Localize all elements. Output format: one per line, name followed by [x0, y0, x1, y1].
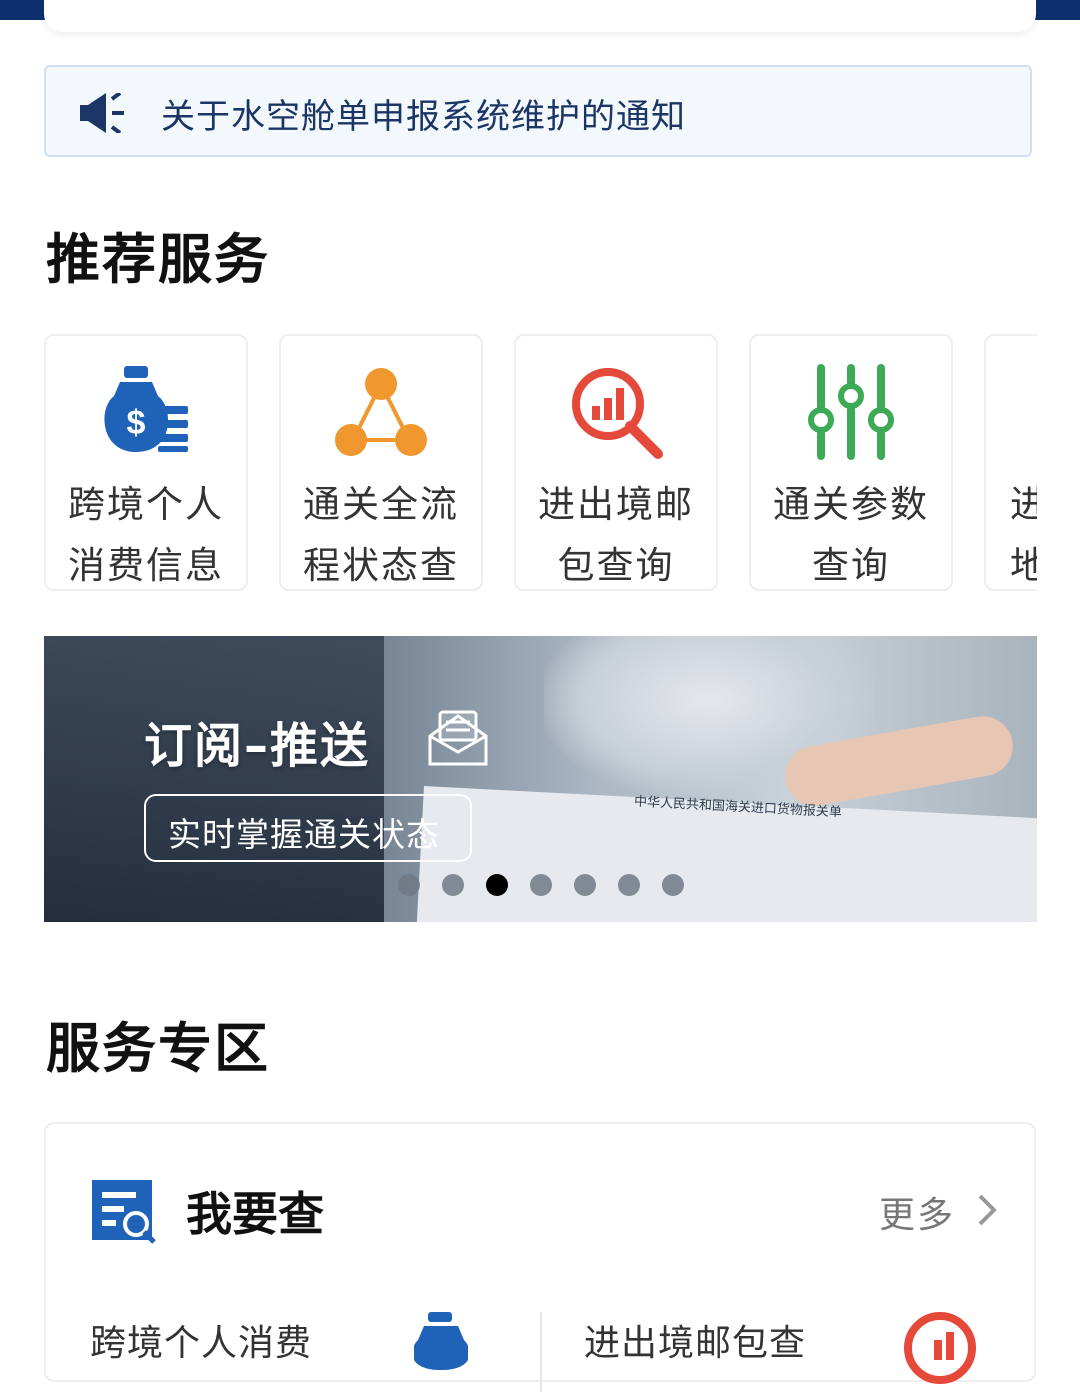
- divider: [540, 1312, 542, 1392]
- carousel-dot[interactable]: [618, 874, 640, 896]
- more-link[interactable]: 更多: [879, 1186, 955, 1238]
- carousel-dot[interactable]: [662, 874, 684, 896]
- svg-text:$: $: [127, 404, 146, 442]
- header-card: [44, 0, 1036, 32]
- sliders-icon: [808, 364, 894, 460]
- notice-bar[interactable]: 关于水空舱单申报系统维护的通知: [44, 65, 1032, 157]
- banner-subtitle: 实时掌握通关状态: [168, 815, 440, 854]
- network-icon: [335, 368, 427, 456]
- query-item-cross-border[interactable]: 跨境个人消费: [90, 1314, 312, 1366]
- query-card: 我要查 更多 跨境个人消费 进出境邮包查: [44, 1122, 1036, 1392]
- carousel-dot[interactable]: [574, 874, 596, 896]
- carousel-dot[interactable]: [398, 874, 420, 896]
- carousel-dot[interactable]: [442, 874, 464, 896]
- promo-banner[interactable]: 中华人民共和国海关进口货物报关单 订阅–推送 实时掌握通关状态: [44, 636, 1037, 922]
- service-label-line2: 包查询: [557, 544, 675, 587]
- notice-text[interactable]: 关于水空舱单申报系统维护的通知: [161, 89, 686, 138]
- query-item-postal[interactable]: 进出境邮包查: [584, 1314, 806, 1366]
- money-bag-icon: $: [104, 366, 188, 452]
- service-label-line1: 进出境邮: [538, 483, 694, 526]
- service-card-postal-parcel[interactable]: 进出境邮 包查询: [514, 334, 718, 591]
- carousel-dot-active[interactable]: [486, 874, 508, 896]
- money-bag-icon: [414, 1312, 468, 1370]
- service-card-clearance-status[interactable]: 通关全流 程状态查: [279, 334, 483, 591]
- service-label-line1: 进: [1010, 483, 1037, 526]
- chart-search-icon: [904, 1312, 976, 1384]
- mail-icon: [428, 710, 488, 766]
- recommended-services-row: $ 跨境个人 消费信息 通关全流 程状态查 进出境邮 包查询 通关参数 查询 进…: [44, 334, 1037, 593]
- card-title: 我要查: [186, 1187, 324, 1241]
- chart-search-icon: [572, 368, 663, 459]
- service-label-line2: 地: [1010, 544, 1037, 587]
- section-title-recommended: 推荐服务: [46, 228, 270, 291]
- service-card-clearance-params[interactable]: 通关参数 查询: [749, 334, 953, 591]
- speaker-icon: [80, 93, 124, 133]
- service-label-line2: 程状态查: [303, 544, 459, 587]
- carousel-dot[interactable]: [530, 874, 552, 896]
- chevron-right-icon[interactable]: [976, 1192, 998, 1228]
- section-title-service-zone: 服务专区: [46, 1017, 270, 1080]
- banner-title: 订阅–推送: [144, 718, 371, 774]
- service-label-line1: 通关全流: [303, 483, 459, 526]
- document-search-icon: [92, 1180, 156, 1244]
- banner-subtitle-pill: 实时掌握通关状态: [144, 794, 472, 862]
- service-card-cross-border-consumption[interactable]: $ 跨境个人 消费信息: [44, 334, 248, 591]
- service-label-line2: 查询: [812, 544, 890, 587]
- service-label-line2: 消费信息: [68, 544, 224, 587]
- service-label-line1: 通关参数: [773, 483, 929, 526]
- service-card-partial[interactable]: 进 地: [984, 334, 1037, 591]
- service-label-line1: 跨境个人: [68, 483, 224, 526]
